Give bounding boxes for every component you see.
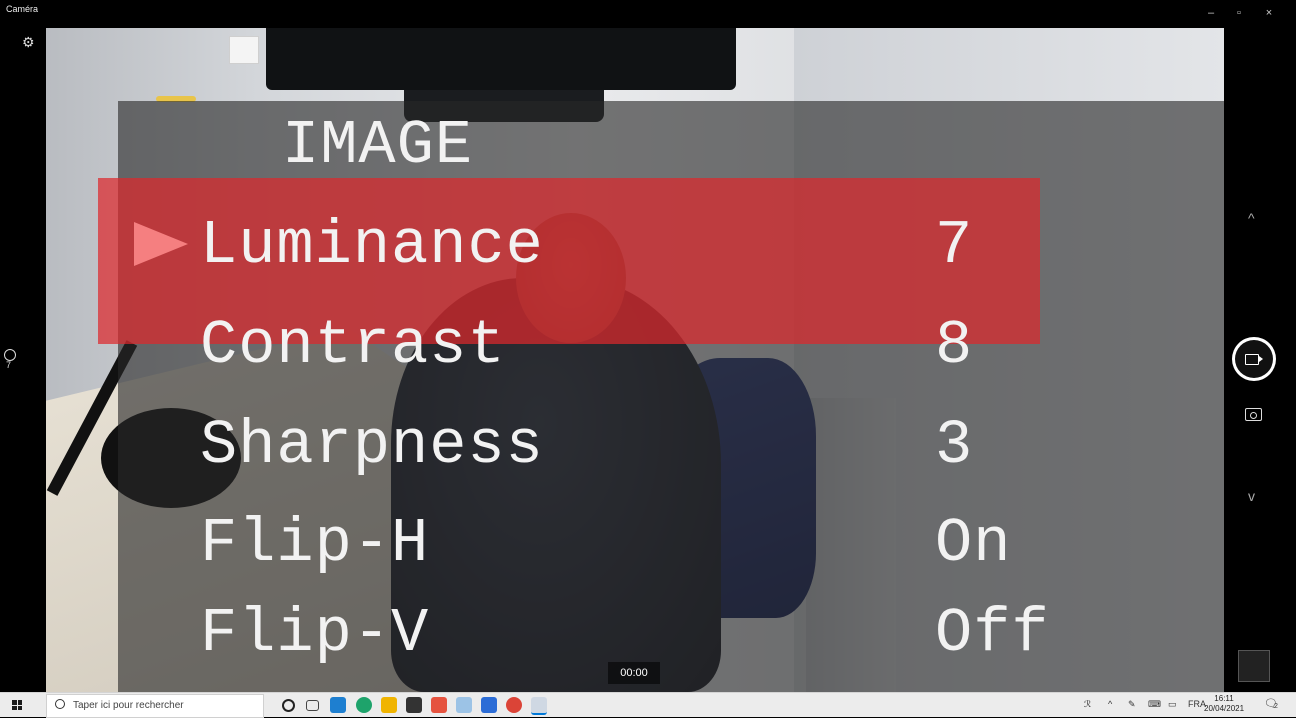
osd-item-value: 8 — [935, 310, 974, 381]
app-icon-blue[interactable] — [481, 697, 497, 713]
search-icon — [55, 699, 65, 709]
gallery-thumbnail[interactable] — [1238, 650, 1270, 682]
search-placeholder: Taper ici pour rechercher — [73, 700, 184, 711]
minimize-button[interactable]: – — [1200, 3, 1222, 23]
chevron-down-icon[interactable]: v — [1248, 488, 1255, 504]
cortana-icon[interactable] — [282, 699, 295, 712]
close-button[interactable]: × — [1258, 3, 1280, 23]
window-title: Caméra — [6, 4, 39, 14]
osd-item-value: 3 — [935, 410, 974, 481]
chrome-icon[interactable] — [506, 697, 522, 713]
title-bar: Caméra – ▫ × — [0, 0, 1296, 30]
keyboard-icon[interactable]: ⌨ — [1148, 699, 1161, 710]
wall-screen — [266, 28, 736, 90]
paint-icon[interactable] — [456, 697, 472, 713]
display-icon[interactable]: ▭ — [1168, 699, 1177, 710]
osd-item-value: Off — [935, 598, 1050, 669]
osd-item-label: Contrast — [200, 310, 506, 381]
mail-icon[interactable] — [330, 697, 346, 713]
osd-item-value: 7 — [935, 210, 974, 281]
camera-lens-icon — [1250, 412, 1257, 419]
windows-start-icon[interactable] — [12, 700, 22, 710]
timer-value: 7 — [6, 360, 12, 370]
osd-item-value: On — [935, 508, 1012, 579]
clock-time: 16:11 — [1214, 694, 1234, 703]
selection-arrow-icon — [134, 222, 188, 266]
recording-timecode: 00:00 — [608, 662, 660, 684]
wall-outlet — [229, 36, 259, 64]
search-box[interactable]: Taper ici pour rechercher — [46, 694, 264, 718]
task-view-icon[interactable] — [306, 700, 319, 711]
settings-icon[interactable]: ⚙ — [22, 34, 35, 51]
people-icon[interactable]: ℛ — [1084, 699, 1091, 710]
camera-app-icon[interactable] — [531, 697, 547, 715]
osd-title: IMAGE — [282, 110, 474, 181]
video-camera-lens-icon — [1259, 356, 1263, 362]
store-icon[interactable] — [406, 697, 422, 713]
osd-item-label: Luminance — [200, 210, 544, 281]
chevron-up-icon[interactable]: ^ — [1248, 210, 1255, 226]
pen-icon[interactable]: ✎ — [1128, 699, 1136, 710]
app-icon-orange[interactable] — [431, 697, 447, 713]
restore-button[interactable]: ▫ — [1228, 3, 1250, 23]
clock-date: 20/04/2021 — [1204, 704, 1245, 713]
chevron-up-icon[interactable]: ^ — [1108, 699, 1112, 709]
edge-icon[interactable] — [356, 697, 372, 713]
video-camera-icon — [1245, 354, 1259, 365]
osd-item-label: Sharpness — [200, 410, 544, 481]
osd-item-label: Flip-V — [200, 598, 430, 669]
clock[interactable]: 16:11 20/04/2021 — [1204, 694, 1244, 714]
file-explorer-icon[interactable] — [381, 697, 397, 713]
notification-count: 2 — [1274, 703, 1278, 710]
osd-item-label: Flip-H — [200, 508, 430, 579]
taskbar: Taper ici pour rechercher ℛ ^ ✎ ⌨ ▭ FRA … — [0, 692, 1296, 718]
